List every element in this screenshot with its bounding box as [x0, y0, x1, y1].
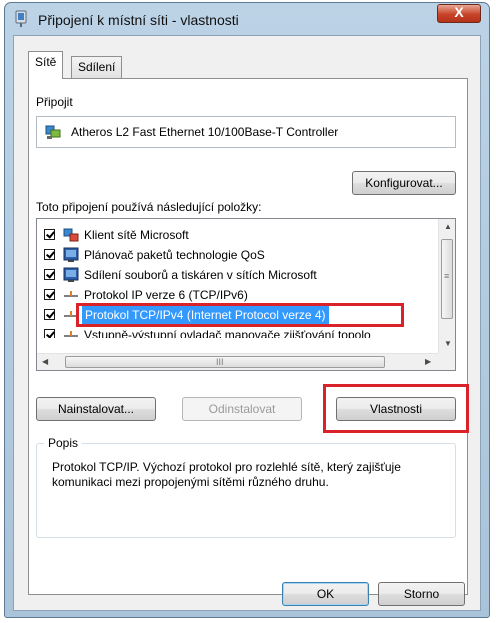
- configure-button[interactable]: Konfigurovat...: [352, 171, 456, 195]
- scroll-up-icon[interactable]: ▲: [444, 222, 452, 231]
- network-client-icon: [63, 228, 79, 242]
- properties-highlight-outline: [323, 384, 469, 433]
- checkbox[interactable]: [44, 249, 55, 260]
- description-text: Protokol TCP/IP. Výchozí protokol pro ro…: [52, 460, 401, 489]
- tab-networking[interactable]: Sítě: [28, 51, 64, 79]
- components-label: Toto připojení používá následující polož…: [36, 200, 262, 214]
- grip-icon: III: [216, 357, 224, 367]
- list-item-label: Vstupně-výstupní ovladač mapovače zjišťo…: [84, 328, 371, 338]
- vertical-scroll-thumb[interactable]: ≡: [441, 239, 453, 319]
- tab-networking-label: Sítě: [35, 55, 57, 69]
- install-button[interactable]: Nainstalovat...: [36, 397, 156, 421]
- protocol-icon: [64, 331, 78, 337]
- window-title: Připojení k místní síti - vlastnosti: [38, 12, 239, 28]
- ok-button[interactable]: OK: [282, 582, 369, 606]
- scroll-down-icon[interactable]: ▼: [444, 339, 452, 348]
- components-list[interactable]: Klient sítě Microsoft Plánovač paketů te…: [36, 218, 456, 371]
- connect-using-label: Připojit: [36, 95, 73, 109]
- cancel-button[interactable]: Storno: [378, 582, 465, 606]
- description-group: [36, 443, 456, 538]
- network-connection-icon: [15, 10, 27, 27]
- vertical-scrollbar[interactable]: ▲ ≡ ▼: [438, 219, 455, 354]
- tab-sharing[interactable]: Sdílení: [71, 56, 123, 78]
- close-button[interactable]: X: [437, 4, 481, 23]
- adapter-field: Atheros L2 Fast Ethernet 10/100Base-T Co…: [36, 116, 456, 148]
- close-icon: X: [454, 4, 464, 20]
- scroll-right-icon[interactable]: ▶: [425, 357, 431, 366]
- checkbox[interactable]: [44, 229, 55, 240]
- service-icon: [63, 247, 79, 262]
- scroll-left-icon[interactable]: ◀: [42, 357, 48, 366]
- adapter-name: Atheros L2 Fast Ethernet 10/100Base-T Co…: [71, 125, 339, 139]
- checkbox[interactable]: [44, 269, 55, 280]
- properties-dialog: Připojení k místní síti - vlastnosti X S…: [4, 2, 490, 618]
- horizontal-scrollbar[interactable]: ◀ III ▶: [37, 353, 439, 370]
- checkbox[interactable]: [44, 309, 55, 320]
- description-legend: Popis: [44, 436, 83, 450]
- list-item-label: Plánovač paketů technologie QoS: [84, 248, 265, 262]
- title-bar[interactable]: Připojení k místní síti - vlastnosti X: [5, 3, 489, 35]
- tab-sharing-label: Sdílení: [78, 60, 116, 74]
- list-item-label: Klient sítě Microsoft: [84, 228, 189, 242]
- list-item[interactable]: Sdílení souborů a tiskáren v sítích Micr…: [37, 266, 437, 286]
- network-adapter-icon: [45, 125, 61, 139]
- horizontal-scroll-thumb[interactable]: III: [65, 356, 385, 368]
- list-item[interactable]: Vstupně-výstupní ovladač mapovače zjišťo…: [37, 326, 437, 338]
- list-item[interactable]: Plánovač paketů technologie QoS: [37, 246, 437, 266]
- uninstall-button: Odinstalovat: [182, 397, 302, 421]
- grip-icon: ≡: [444, 271, 450, 281]
- list-item-label: Sdílení souborů a tiskáren v sítích Micr…: [84, 268, 317, 282]
- list-item-label: Protokol IP verze 6 (TCP/IPv6): [84, 288, 248, 302]
- dialog-client-area: Sítě Sdílení Připojit Atheros L2 Fast Et…: [13, 35, 481, 611]
- list-item[interactable]: Klient sítě Microsoft: [37, 226, 437, 246]
- scroll-corner: [438, 353, 455, 370]
- protocol-highlight-outline: [76, 303, 404, 327]
- checkbox[interactable]: [44, 289, 55, 300]
- protocol-icon: [64, 291, 78, 297]
- checkbox[interactable]: [44, 329, 55, 338]
- service-icon: [63, 267, 79, 282]
